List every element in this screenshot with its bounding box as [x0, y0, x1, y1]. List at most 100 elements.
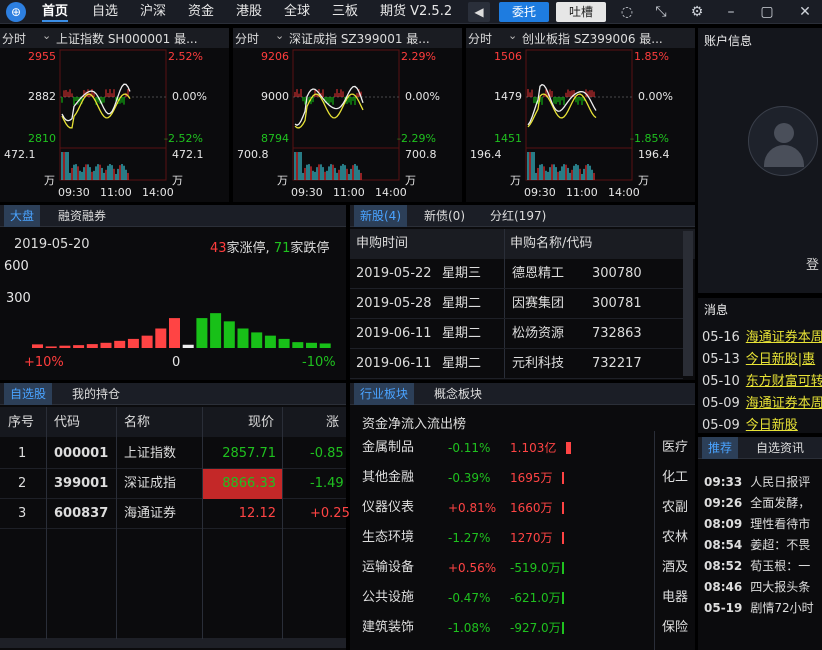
tab-positions[interactable]: 我的持仓 [66, 383, 126, 405]
tab-my-news[interactable]: 自选资讯 [750, 437, 810, 459]
tab-concept[interactable]: 概念板块 [428, 383, 488, 405]
breadth-bar [59, 345, 71, 348]
chat-icon[interactable]: ◌ [618, 3, 636, 21]
info-item[interactable]: 05-19 剧情72小时 [704, 599, 822, 616]
info-item[interactable]: 08:52 荀玉根：一 [704, 557, 822, 574]
sector-row[interactable]: 建筑装饰 -1.08% -927.0万 保险 [350, 613, 695, 643]
breadth-bar [73, 345, 85, 348]
info-panel: 推荐 自选资讯 09:33 人民日报评 09:26 全面发酵， 08:09 理性看待市 08… [698, 437, 822, 650]
info-title: 四大报头条 [750, 580, 811, 594]
sector-side-name: 农林 [662, 530, 689, 545]
avatar-icon[interactable] [748, 106, 818, 176]
maximize-icon[interactable]: ▢ [758, 3, 776, 21]
mini-chart-3[interactable]: 分时 ⌄ 创业板指 SZ399006 最... 1506 1479 1451 1.85% 0.… [466, 28, 695, 202]
ipo-date: 2019-05-22 [356, 266, 432, 281]
sector-row[interactable]: 仪器仪表 +0.81% 1660万 农副 [350, 493, 695, 523]
news-title-text: 东方财富可转 [745, 374, 822, 389]
sector-row[interactable]: 金属制品 -0.11% 1.103亿 医疗 [350, 433, 695, 463]
tab-recommend[interactable]: 推荐 [702, 437, 739, 459]
news-item[interactable]: 05-10 东方财富可转 [702, 370, 822, 389]
watch-hscrollbar[interactable] [0, 638, 346, 648]
login-link[interactable]: 登 [806, 254, 819, 273]
x-tick-mid: 0 [172, 355, 181, 370]
nav-hk[interactable]: 港股 [236, 2, 262, 22]
nav-neeq[interactable]: 三板 [332, 2, 358, 22]
watch-tabbar: 自选股 我的持仓 [0, 383, 346, 405]
fund-flow-title: 资金净流入流出榜 [362, 417, 467, 432]
info-time: 09:33 [704, 475, 743, 489]
sector-row[interactable]: 公共设施 -0.47% -621.0万 电器 [350, 583, 695, 613]
row-change: -1.49 [310, 476, 344, 491]
info-item[interactable]: 09:33 人民日报评 [704, 473, 822, 490]
breadth-bar [237, 328, 249, 348]
tab-watchlist[interactable]: 自选股 [4, 383, 53, 405]
col-price: 现价 [248, 415, 275, 430]
ipo-name: 元利科技 [512, 356, 565, 371]
mini-chart-1[interactable]: 分时 ⌄ 上证指数 SH000001 最... 2955 2882 2810 2.52% 0.… [0, 28, 229, 202]
col-code: 代码 [54, 415, 81, 430]
tab-industry[interactable]: 行业板块 [354, 383, 415, 405]
sector-row[interactable]: 其他金融 -0.39% 1695万 化工 [350, 463, 695, 493]
breadth-bar [141, 335, 153, 348]
entrust-button[interactable]: 委托 [499, 2, 549, 22]
info-item[interactable]: 08:46 四大报头条 [704, 578, 822, 595]
sector-side-name: 酒及 [662, 560, 689, 575]
sector-pct: +0.81% [448, 501, 497, 515]
tab-new-stocks[interactable]: 新股(4) [354, 205, 407, 227]
sector-row[interactable]: 运输设备 +0.56% -519.0万 酒及 [350, 553, 695, 583]
ipo-name: 德恩精工 [512, 266, 565, 281]
flow-bar [562, 592, 564, 604]
table-row[interactable]: 2 399001 深证成指 8866.33 -1.49 [0, 469, 346, 499]
info-item[interactable]: 08:54 姜超：不畏 [704, 536, 822, 553]
nav-home[interactable]: 首页 [42, 2, 69, 22]
sector-side-name: 保险 [662, 620, 689, 635]
info-title: 全面发酵， [750, 496, 811, 510]
fullscreen-icon[interactable]: ⤡ [652, 3, 670, 21]
nav-watchlist[interactable]: 自选 [92, 2, 118, 22]
breadth-bar [169, 318, 180, 348]
ipo-week: 星期二 [442, 326, 482, 341]
news-item[interactable]: 05-13 今日新股|惠 [702, 348, 815, 367]
ipo-row[interactable]: 2019-06-11 星期二 元利科技 732217 [350, 349, 683, 379]
news-item[interactable]: 05-09 海通证券本周 [702, 392, 822, 411]
ipo-date: 2019-06-11 [356, 326, 432, 341]
ipo-row[interactable]: 2019-05-22 星期三 德恩精工 300780 [350, 259, 683, 289]
feedback-button[interactable]: 吐槽 [556, 2, 606, 22]
info-time: 05-19 [704, 601, 743, 615]
row-name: 深证成指 [124, 476, 177, 491]
table-row[interactable]: 1 000001 上证指数 2857.71 -0.85 [0, 439, 346, 469]
info-item[interactable]: 09:26 全面发酵， [704, 494, 822, 511]
news-item[interactable]: 05-09 今日新股 [702, 414, 798, 433]
ipo-row[interactable]: 2019-05-28 星期二 因赛集团 300781 [350, 289, 683, 319]
ipo-row[interactable]: 2019-06-11 星期二 松炀资源 732863 [350, 319, 683, 349]
flow-bar [562, 562, 564, 574]
nav-funds[interactable]: 资金 [188, 2, 214, 22]
info-time: 08:52 [704, 559, 743, 573]
breadth-bar [223, 321, 235, 348]
table-row[interactable]: 3 600837 海通证券 12.12 +0.25 [0, 499, 350, 529]
close-icon[interactable]: ✕ [796, 3, 814, 21]
flow-bar [562, 472, 564, 484]
back-arrow-icon[interactable]: ◀ [468, 2, 490, 22]
news-date: 05-13 [702, 352, 740, 367]
tab-new-bonds[interactable]: 新债(0) [418, 205, 471, 227]
sector-row[interactable]: 生态环境 -1.27% 1270万 农林 [350, 523, 695, 553]
gear-icon[interactable]: ⚙ [688, 3, 706, 21]
tab-dividends[interactable]: 分红(197) [484, 205, 552, 227]
mini-chart-2[interactable]: 分时 ⌄ 深证成指 SZ399001 最... 9206 9000 8794 2.29% 0.… [233, 28, 462, 202]
minimize-icon[interactable]: – [722, 3, 740, 21]
nav-global[interactable]: 全球 [284, 2, 310, 22]
info-item[interactable]: 08:09 理性看待市 [704, 515, 822, 532]
info-title: 剧情72小时 [750, 601, 814, 615]
nav-futures[interactable]: 期货 V2.5.2 [380, 2, 452, 22]
nav-hushen[interactable]: 沪深 [140, 2, 166, 22]
info-time: 08:46 [704, 580, 743, 594]
news-date: 05-16 [702, 330, 740, 345]
sector-pct: -1.08% [448, 621, 491, 635]
top-nav-bar: ⊕ 首页 自选 沪深 资金 港股 全球 三板 期货 V2.5.2 ◀ 委托 吐槽… [0, 0, 822, 24]
ipo-scrollbar[interactable] [683, 231, 693, 376]
ipo-week: 星期二 [442, 296, 482, 311]
news-item[interactable]: 05-16 海通证券本周 [702, 326, 822, 345]
ipo-week: 星期三 [442, 266, 482, 281]
breadth-bar [264, 335, 276, 348]
